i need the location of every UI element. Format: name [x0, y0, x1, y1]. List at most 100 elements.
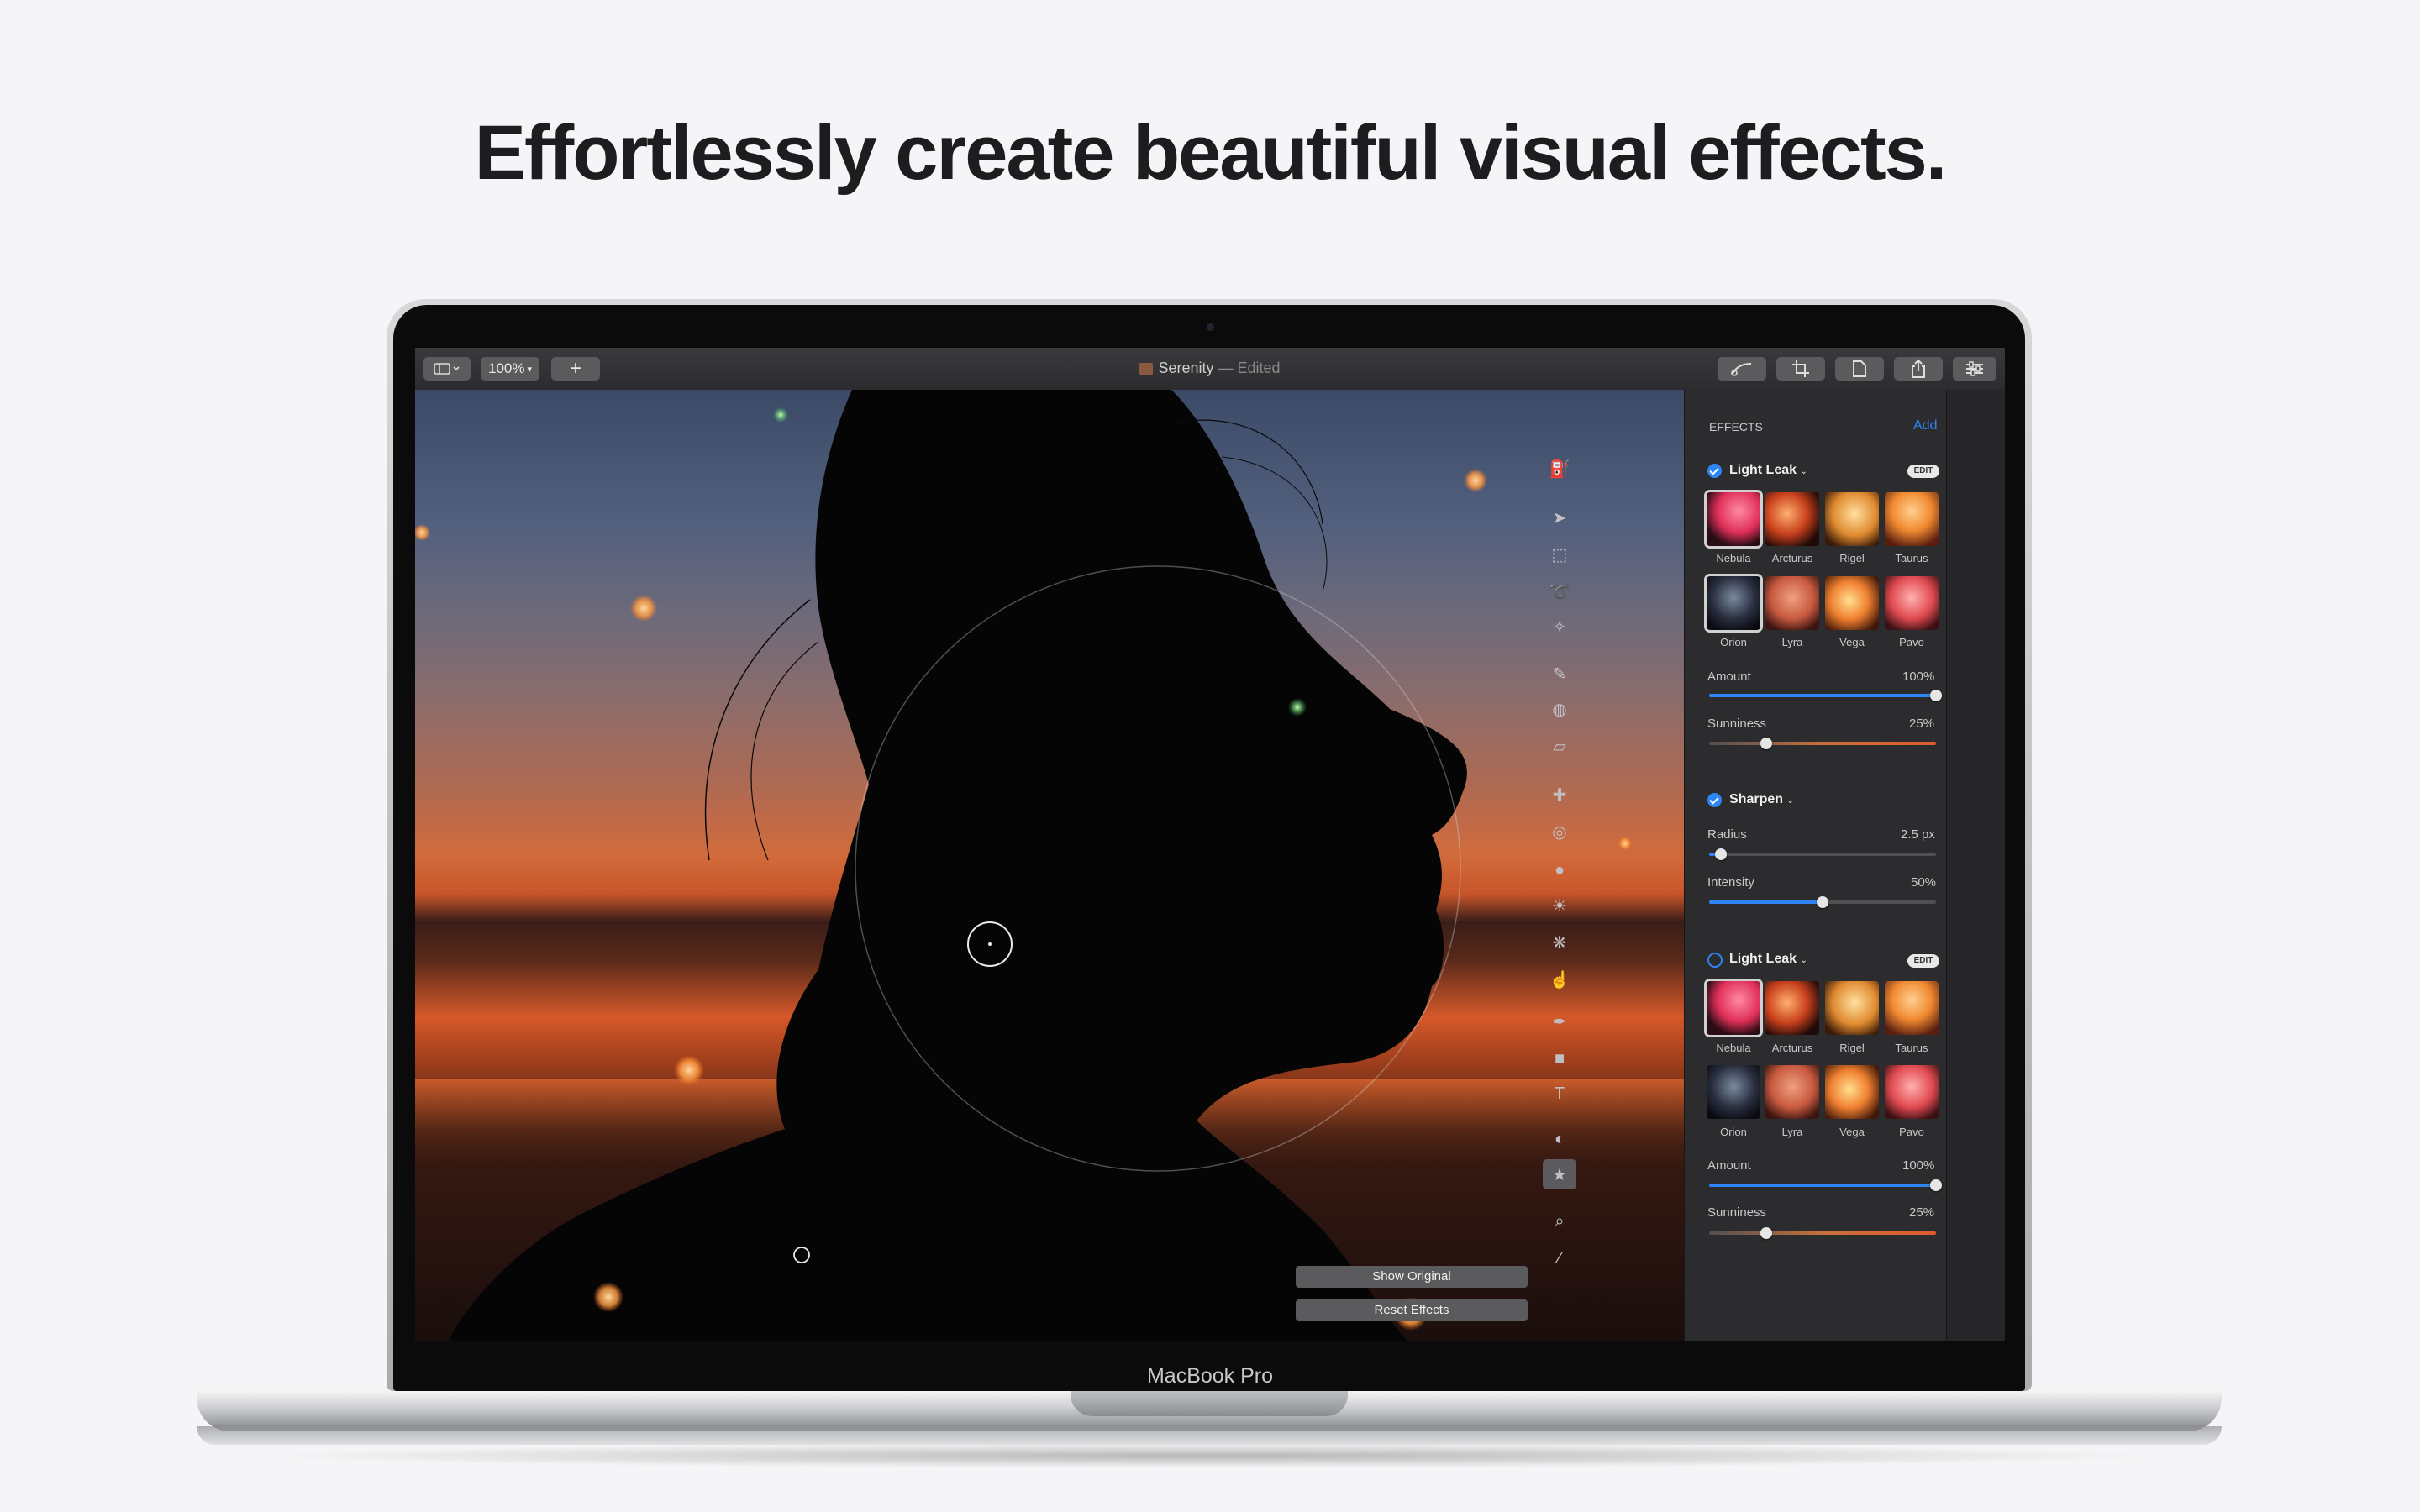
share-icon — [1912, 359, 1925, 378]
thumbnail-label: Nebula — [1716, 1042, 1751, 1054]
amount-label: Amount — [1707, 669, 1751, 684]
page-headline: Effortlessly create beautiful visual eff… — [474, 110, 1948, 196]
thumbnail-lyra[interactable] — [1765, 1065, 1819, 1119]
brush-icon[interactable]: ✎ — [1543, 659, 1576, 689]
image-canvas[interactable] — [415, 390, 1684, 1341]
thumbnail-label: Lyra — [1781, 1126, 1803, 1138]
device-label: MacBook Pro — [1146, 1364, 1274, 1388]
sunniness-label: Sunniness — [1707, 1205, 1767, 1220]
amount-slider-fill — [1709, 694, 1936, 697]
thumbnail-nebula[interactable] — [1704, 490, 1763, 549]
thumbnail-orion[interactable] — [1704, 574, 1763, 633]
thumbnail-label: Orion — [1720, 636, 1747, 648]
eraser-icon[interactable]: ▱ — [1543, 731, 1576, 761]
sunniness-slider[interactable] — [1709, 742, 1936, 745]
title-bar: 100% ▾ + Serenity — Edited — [415, 348, 2005, 391]
sharpen-title[interactable]: Sharpen ⌄ — [1729, 792, 1794, 807]
amount-value: 100% — [1902, 1158, 1935, 1173]
light-leak-2-edit-button[interactable]: EDIT — [1907, 954, 1939, 968]
amount-value: 100% — [1902, 669, 1935, 684]
thumbnail-pavo[interactable] — [1885, 576, 1939, 630]
chevron-down-icon: ⌄ — [1800, 956, 1807, 965]
adjustments-button[interactable] — [1953, 357, 1996, 381]
thumbnail-rigel[interactable] — [1825, 492, 1879, 546]
magic-select-icon[interactable]: ✧ — [1543, 612, 1576, 642]
light-leak-2-title[interactable]: Light Leak ⌄ — [1729, 952, 1807, 967]
amount-slider-knob[interactable] — [1930, 690, 1942, 701]
repair-icon[interactable]: ✚ — [1543, 780, 1576, 810]
thumbnail-label: Taurus — [1895, 1042, 1928, 1054]
text-icon[interactable]: T — [1543, 1079, 1576, 1109]
sunniness-slider-knob[interactable] — [1760, 738, 1772, 749]
thumbnail-label: Nebula — [1716, 552, 1751, 564]
thumbnail-vega[interactable] — [1825, 576, 1879, 630]
sunniness-label: Sunniness — [1707, 717, 1767, 731]
laptop-base-lip — [197, 1426, 2222, 1445]
document-thumbnail-icon — [1139, 363, 1154, 375]
color-adjust-icon[interactable]: ◐ — [1543, 1124, 1576, 1154]
thumbnail-label: Vega — [1839, 1126, 1865, 1138]
rect-select-icon[interactable]: ⬚ — [1543, 539, 1576, 570]
chevron-down-icon: ⌄ — [1800, 467, 1807, 476]
thumbnail-lyra[interactable] — [1765, 576, 1819, 630]
eyedropper-icon[interactable]: ⁄ — [1543, 1243, 1576, 1273]
add-effect-button[interactable]: Add — [1913, 418, 1937, 433]
thumbnail-arcturus[interactable] — [1765, 492, 1819, 546]
retouch-button[interactable] — [1718, 357, 1766, 381]
thumbnail-label: Rigel — [1839, 552, 1865, 564]
thumbnail-label: Pavo — [1899, 1126, 1924, 1138]
chevron-down-icon: ⌄ — [1786, 796, 1794, 806]
tool-palette — [1946, 390, 2005, 1341]
intensity-slider-fill — [1709, 900, 1823, 904]
thumbnail-orion[interactable] — [1707, 1065, 1760, 1119]
radius-slider-knob[interactable] — [1714, 848, 1727, 860]
radius-label: Radius — [1707, 827, 1747, 842]
sharpen-checkbox[interactable] — [1707, 793, 1722, 807]
radius-slider[interactable] — [1709, 853, 1936, 856]
light-leak-2-checkbox[interactable] — [1707, 953, 1723, 968]
crop-button[interactable] — [1776, 357, 1825, 381]
thumbnail-nebula[interactable] — [1704, 979, 1763, 1037]
lasso-icon[interactable]: ➰ — [1543, 576, 1576, 606]
smudge-icon[interactable]: ☝ — [1543, 964, 1576, 995]
show-original-button[interactable]: Show Original — [1296, 1266, 1528, 1288]
bucket-icon[interactable]: ◍ — [1543, 694, 1576, 724]
shape-icon[interactable]: ■ — [1543, 1043, 1576, 1074]
light-leak-1-edit-button[interactable]: EDIT — [1907, 465, 1939, 478]
document-title: Serenity — Edited — [415, 360, 2005, 377]
thumbnail-vega[interactable] — [1825, 1065, 1879, 1119]
sunniness-value: 25% — [1909, 717, 1935, 731]
brush-stroke-icon — [1731, 363, 1752, 376]
light-leak-1-title[interactable]: Light Leak ⌄ — [1729, 463, 1807, 478]
thumbnail-taurus[interactable] — [1885, 492, 1939, 546]
document-status: — Edited — [1218, 360, 1281, 376]
light-leak-1-checkbox[interactable] — [1707, 464, 1722, 478]
sunniness-slider[interactable] — [1709, 1231, 1936, 1235]
thumbnail-taurus[interactable] — [1885, 981, 1939, 1035]
effects-star-icon[interactable]: ★ — [1543, 1159, 1576, 1189]
arrow-pointer-icon[interactable]: ➤ — [1543, 502, 1576, 533]
document-icon — [1853, 360, 1866, 377]
thumbnail-pavo[interactable] — [1885, 1065, 1939, 1119]
intensity-slider-knob[interactable] — [1817, 896, 1828, 908]
blur-icon[interactable]: ● — [1543, 855, 1576, 885]
clone-icon[interactable]: ◎ — [1543, 816, 1576, 847]
zoom-icon[interactable]: ⌕ — [1543, 1206, 1576, 1236]
sunniness-slider-knob[interactable] — [1760, 1227, 1772, 1239]
share-button[interactable] — [1894, 357, 1943, 381]
light-icon[interactable]: ☀ — [1543, 890, 1576, 921]
amount-slider-knob[interactable] — [1930, 1179, 1942, 1191]
reset-effects-button[interactable]: Reset Effects — [1296, 1299, 1528, 1321]
amount-label: Amount — [1707, 1158, 1751, 1173]
thumbnail-arcturus[interactable] — [1765, 981, 1819, 1035]
thumbnail-label: Rigel — [1839, 1042, 1865, 1054]
effects-section-title: EFFECTS — [1709, 420, 1763, 433]
paint-bucket-icon[interactable]: ⛽ — [1543, 454, 1576, 484]
canvas-button[interactable] — [1835, 357, 1884, 381]
pen-icon[interactable]: ✒ — [1543, 1006, 1576, 1037]
camera-icon — [1207, 323, 1214, 331]
radius-value: 2.5 px — [1901, 827, 1935, 842]
laptop-notch — [1071, 1391, 1348, 1416]
thumbnail-rigel[interactable] — [1825, 981, 1879, 1035]
sponge-icon[interactable]: ❋ — [1543, 927, 1576, 958]
